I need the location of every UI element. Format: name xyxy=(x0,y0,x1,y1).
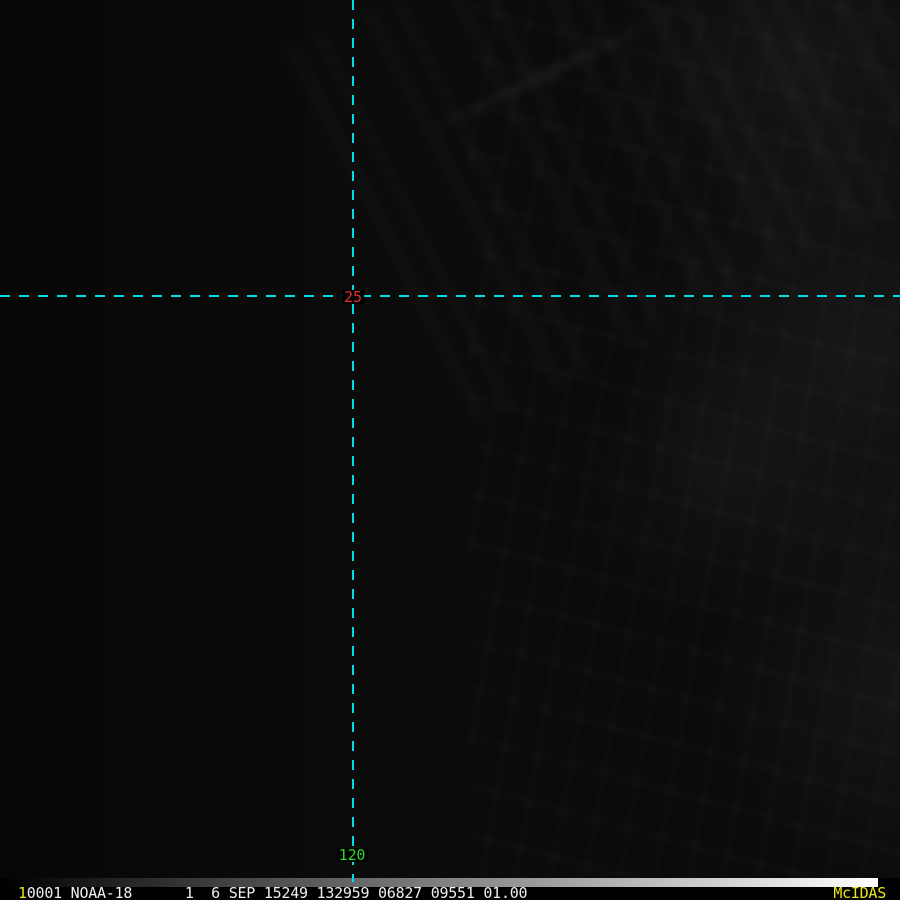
cursor-coordinate-label: 120 xyxy=(336,846,368,864)
image-cloud-streaks xyxy=(247,0,900,447)
status-bar: 10001 NOAA-18 1 6 SEP 15249 132959 06827… xyxy=(0,884,900,900)
image-info-text: 0001 NOAA-18 1 6 SEP 15249 132959 06827 … xyxy=(26,884,528,900)
satellite-image-display[interactable] xyxy=(0,0,900,878)
cursor-value-label: 25 xyxy=(342,288,364,306)
cursor-crosshair-vertical-line xyxy=(352,0,354,882)
frame-number: 1 xyxy=(18,884,27,900)
image-dark-region xyxy=(0,0,405,878)
image-info-line: 10001 NOAA-18 1 6 SEP 15249 132959 06827… xyxy=(0,884,528,900)
mcidas-workstation-screen: 25 120 10001 NOAA-18 1 6 SEP 15249 13295… xyxy=(0,0,900,900)
image-cloud-texture xyxy=(468,0,900,878)
image-cloud-wisp xyxy=(407,4,683,146)
image-cloud-glow xyxy=(360,0,900,878)
cursor-crosshair-horizontal-line xyxy=(0,295,900,297)
mcidas-brand-label: McIDAS xyxy=(833,884,886,900)
